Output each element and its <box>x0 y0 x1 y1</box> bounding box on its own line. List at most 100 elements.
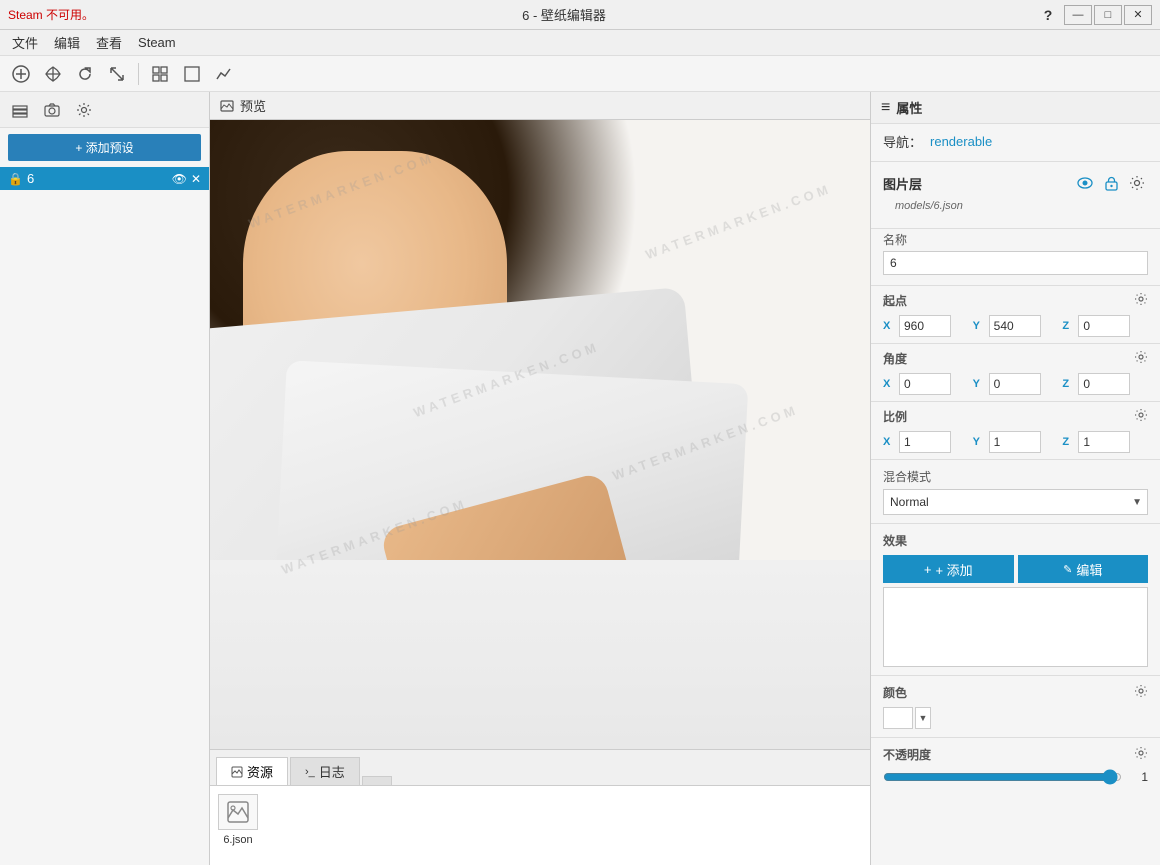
toolbar-separator <box>138 63 139 85</box>
resize-icon[interactable] <box>102 60 132 88</box>
menu-edit[interactable]: 编辑 <box>46 31 88 54</box>
maximize-button[interactable]: □ <box>1094 5 1122 25</box>
opacity-slider[interactable] <box>883 769 1122 785</box>
name-field-row: 名称 <box>871 231 1160 275</box>
layers-icon[interactable] <box>6 97 34 123</box>
color-gear-button[interactable] <box>1134 684 1148 701</box>
layer-header: 图片层 <box>883 172 1148 194</box>
menu-file[interactable]: 文件 <box>4 31 46 54</box>
layer-gear-button[interactable] <box>1126 172 1148 194</box>
scale-y-input[interactable] <box>989 431 1041 453</box>
opacity-gear-button[interactable] <box>1134 746 1148 763</box>
tab-assets[interactable]: 资源 <box>216 757 288 785</box>
blend-select-wrap: Normal Add Multiply Screen Overlay ▼ <box>883 489 1148 515</box>
close-button[interactable]: ✕ <box>1124 5 1152 25</box>
left-panel: + 添加预设 🔒 6 👁 ✕ <box>0 92 210 865</box>
divider-4 <box>871 343 1160 344</box>
preview-content: WATERMARKEN.COM WATERMARKEN.COM WATERMAR… <box>210 120 870 749</box>
opacity-header: 不透明度 <box>883 746 1148 763</box>
menu-steam[interactable]: Steam <box>130 33 184 52</box>
effects-edit-button[interactable]: ✎ 编辑 <box>1018 555 1149 583</box>
rotation-coords: X Y Z <box>871 369 1160 399</box>
color-dropdown-button[interactable]: ▼ <box>915 707 931 729</box>
eye-icon[interactable]: 👁 <box>172 172 187 186</box>
tab-extra[interactable] <box>362 776 392 785</box>
add-preset-button[interactable]: + 添加预设 <box>8 134 201 161</box>
blend-select[interactable]: Normal Add Multiply Screen Overlay <box>883 489 1148 515</box>
origin-gear-button[interactable] <box>1134 292 1148 309</box>
minimize-button[interactable]: — <box>1064 5 1092 25</box>
opacity-section: 不透明度 1 <box>871 740 1160 791</box>
properties-title: 属性 <box>896 98 922 117</box>
name-input[interactable] <box>883 251 1148 275</box>
scale-z-group: Z <box>1062 431 1148 453</box>
origin-z-input[interactable] <box>1078 315 1130 337</box>
chart-icon[interactable] <box>209 60 239 88</box>
divider-3 <box>871 285 1160 286</box>
blend-label: 混合模式 <box>883 468 1148 485</box>
refresh-icon[interactable] <box>70 60 100 88</box>
asset-file-icon <box>218 794 258 830</box>
tab-assets-label: 资源 <box>247 762 273 781</box>
color-swatch[interactable] <box>883 707 913 729</box>
rotation-x-label: X <box>883 378 897 390</box>
delete-icon[interactable]: ✕ <box>191 172 201 186</box>
effects-add-button[interactable]: + + 添加 <box>883 555 1014 583</box>
rotation-x-input[interactable] <box>899 373 951 395</box>
main-area: + 添加预设 🔒 6 👁 ✕ 预览 <box>0 92 1160 865</box>
origin-y-group: Y <box>973 315 1059 337</box>
effects-title: 效果 <box>883 532 907 549</box>
opacity-row: 1 <box>883 769 1148 785</box>
move-icon[interactable] <box>38 60 68 88</box>
preset-number: 6 <box>27 171 168 186</box>
scale-z-input[interactable] <box>1078 431 1130 453</box>
asset-item[interactable]: 6.json <box>218 794 258 846</box>
origin-z-group: Z <box>1062 315 1148 337</box>
tab-logs-icon: ›_ <box>305 766 315 778</box>
rotation-x-group: X <box>883 373 969 395</box>
nav-row: 导航： renderable <box>871 124 1160 159</box>
origin-x-label: X <box>883 320 897 332</box>
rotation-y-input[interactable] <box>989 373 1041 395</box>
menu-view[interactable]: 查看 <box>88 31 130 54</box>
settings-icon[interactable] <box>70 97 98 123</box>
scale-z-label: Z <box>1062 436 1076 448</box>
title-bar: Steam 不可用。 6 - 壁纸编辑器 ? — □ ✕ <box>0 0 1160 30</box>
origin-coords: X Y Z <box>871 311 1160 341</box>
opacity-value: 1 <box>1128 770 1148 784</box>
window-title: 6 - 壁纸编辑器 <box>94 5 1034 24</box>
nav-link[interactable]: renderable <box>930 134 992 149</box>
color-header: 颜色 <box>883 684 1148 701</box>
tab-logs[interactable]: ›_ 日志 <box>290 757 360 785</box>
rotation-gear-button[interactable] <box>1134 350 1148 367</box>
rotation-z-input[interactable] <box>1078 373 1130 395</box>
add-icon[interactable] <box>6 60 36 88</box>
scale-x-input[interactable] <box>899 431 951 453</box>
divider-5 <box>871 401 1160 402</box>
preset-item[interactable]: 🔒 6 👁 ✕ <box>0 167 209 190</box>
effects-section: 效果 + + 添加 ✎ 编辑 <box>871 526 1160 673</box>
help-button[interactable]: ? <box>1034 5 1062 25</box>
scale-y-group: Y <box>973 431 1059 453</box>
layer-title: 图片层 <box>883 174 922 193</box>
blend-section: 混合模式 Normal Add Multiply Screen Overlay … <box>871 462 1160 521</box>
grid-view-icon[interactable] <box>145 60 175 88</box>
origin-x-group: X <box>883 315 969 337</box>
single-view-icon[interactable] <box>177 60 207 88</box>
main-toolbar <box>0 56 1160 92</box>
color-picker: ▼ <box>883 707 1148 729</box>
tab-logs-label: 日志 <box>319 762 345 781</box>
scale-gear-button[interactable] <box>1134 408 1148 425</box>
file-path: models/6.json <box>883 200 1148 218</box>
divider-7 <box>871 523 1160 524</box>
camera-icon[interactable] <box>38 97 66 123</box>
effects-add-plus: + <box>924 562 932 577</box>
layer-eye-button[interactable] <box>1074 172 1096 194</box>
layer-lock-button[interactable] <box>1100 172 1122 194</box>
divider-1 <box>871 161 1160 162</box>
layer-section: 图片层 models/6.json <box>871 164 1160 226</box>
origin-x-input[interactable] <box>899 315 951 337</box>
layer-controls <box>1074 172 1148 194</box>
origin-y-input[interactable] <box>989 315 1041 337</box>
steam-status: Steam 不可用。 <box>8 6 94 23</box>
